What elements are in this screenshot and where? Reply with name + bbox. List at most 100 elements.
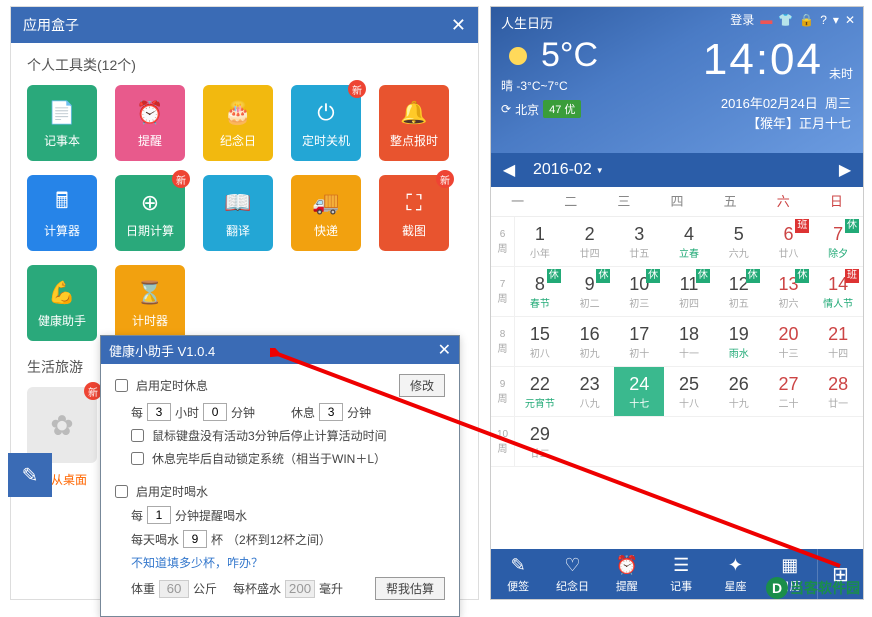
- day-cell[interactable]: 11初四休: [664, 267, 714, 316]
- weight-input[interactable]: [159, 580, 189, 598]
- toolbar-星座[interactable]: ✦星座: [708, 549, 762, 599]
- tool-截图[interactable]: ⛶截图新: [379, 175, 449, 251]
- day-cell[interactable]: 14情人节班: [813, 267, 863, 316]
- edit-button[interactable]: ✎: [8, 453, 52, 497]
- day-cell[interactable]: 27二十: [764, 367, 814, 416]
- day-number: 21: [828, 324, 848, 345]
- help-icon[interactable]: ?: [820, 13, 827, 27]
- day-cell[interactable]: 6廿八班: [764, 217, 814, 266]
- tool-partial[interactable]: 新 ✿: [27, 387, 97, 463]
- day-cell[interactable]: 19雨水: [714, 317, 764, 366]
- lock-icon[interactable]: 🔒: [799, 13, 814, 27]
- day-cell[interactable]: 8春节休: [515, 267, 565, 316]
- day-cell[interactable]: 7除夕休: [813, 217, 863, 266]
- day-cell[interactable]: 13初六休: [764, 267, 814, 316]
- day-cell[interactable]: 15初八: [515, 317, 565, 366]
- day-number: 3: [634, 224, 644, 245]
- date-line: 2016年02月24日 周三: [721, 93, 851, 112]
- day-cell[interactable]: 9初二休: [565, 267, 615, 316]
- day-cell[interactable]: 1小年: [515, 217, 565, 266]
- estimate-button[interactable]: 帮我估算: [375, 577, 445, 600]
- day-cell[interactable]: 4立春: [664, 217, 714, 266]
- hour-input[interactable]: [147, 403, 171, 421]
- tool-翻译[interactable]: 📖翻译: [203, 175, 273, 251]
- tool-记事本[interactable]: 📄记事本: [27, 85, 97, 161]
- day-cell[interactable]: 28廿一: [813, 367, 863, 416]
- calendar-grid: 6周1小年2廿四3廿五4立春5六九6廿八班7除夕休7周8春节休9初二休10初三休…: [491, 217, 863, 467]
- cups-input[interactable]: [183, 530, 207, 548]
- week-row: 6周1小年2廿四3廿五4立春5六九6廿八班7除夕休: [491, 217, 863, 267]
- cup-note: （2杯到12杯之间）: [227, 531, 331, 548]
- tool-日期计算[interactable]: ⊕日期计算新: [115, 175, 185, 251]
- week-row: 10周29廿二: [491, 417, 863, 467]
- day-cell[interactable]: 23八九: [565, 367, 615, 416]
- day-cell[interactable]: 17初十: [614, 317, 664, 366]
- tool-纪念日[interactable]: 🎂纪念日: [203, 85, 273, 161]
- year-month-picker[interactable]: 2016-02 ▼: [527, 161, 827, 179]
- idle-checkbox[interactable]: [131, 429, 144, 442]
- tool-快递[interactable]: 🚚快递: [291, 175, 361, 251]
- day-cell[interactable]: 5六九: [714, 217, 764, 266]
- day-cell[interactable]: 12初五休: [714, 267, 764, 316]
- percup-label: 每杯盛水: [233, 580, 281, 597]
- toolbar-提醒[interactable]: ⏰提醒: [600, 549, 654, 599]
- day-cell[interactable]: 2廿四: [565, 217, 615, 266]
- tool-label: 提醒: [138, 132, 162, 149]
- modify-button[interactable]: 修改: [399, 374, 445, 397]
- dialog-close-icon[interactable]: ✕: [438, 340, 451, 360]
- toolbar-纪念日[interactable]: ♡纪念日: [545, 549, 599, 599]
- day-cell[interactable]: 26十九: [714, 367, 764, 416]
- tool-计时器[interactable]: ⌛计时器: [115, 265, 185, 341]
- toolbar-记事[interactable]: ☰记事: [654, 549, 708, 599]
- day-cell[interactable]: 20十三: [764, 317, 814, 366]
- login-link[interactable]: 登录: [730, 11, 754, 28]
- label-every2: 每: [131, 507, 143, 524]
- gift-icon[interactable]: ▬: [760, 13, 772, 27]
- enable-rest-checkbox[interactable]: [115, 379, 128, 392]
- ml-input[interactable]: [285, 580, 315, 598]
- tool-整点报时[interactable]: 🔔整点报时: [379, 85, 449, 161]
- skin-icon[interactable]: 👕: [778, 13, 793, 27]
- rest-input[interactable]: [319, 403, 343, 421]
- date-text: 2016年02月24日: [721, 96, 818, 111]
- cup-label: 杯: [211, 531, 223, 548]
- minute-input[interactable]: [203, 403, 227, 421]
- day-cell[interactable]: 18十一: [664, 317, 714, 366]
- toolbar-icon: ☰: [673, 555, 689, 576]
- day-cell[interactable]: 22元宵节: [515, 367, 565, 416]
- ban-tag: 班: [845, 269, 859, 283]
- day-subtitle: 廿四: [580, 245, 600, 260]
- day-cell[interactable]: 3廿五: [614, 217, 664, 266]
- day-cell[interactable]: 10初三休: [614, 267, 664, 316]
- close-icon[interactable]: ✕: [451, 15, 466, 36]
- clover-icon: ✿: [27, 387, 97, 463]
- tool-计算器[interactable]: 🖩计算器: [27, 175, 97, 251]
- day-cell[interactable]: 21十四: [813, 317, 863, 366]
- day-number: 18: [679, 324, 699, 345]
- day-cell[interactable]: 29廿二: [515, 417, 565, 466]
- tool-icon: 📄: [47, 98, 77, 128]
- watermark-text: 当客软件园: [790, 578, 860, 598]
- help-link[interactable]: 不知道填多少杯，咋办？: [131, 554, 263, 571]
- prev-month-button[interactable]: ◀: [491, 160, 527, 180]
- tool-label: 健康助手: [38, 312, 86, 329]
- lock-checkbox[interactable]: [131, 452, 144, 465]
- tool-定时关机[interactable]: ⏻定时关机新: [291, 85, 361, 161]
- window-close-icon[interactable]: ✕: [845, 13, 855, 27]
- day-cell[interactable]: 24十七: [614, 367, 664, 416]
- day-subtitle: 立春: [679, 245, 699, 260]
- day-cell[interactable]: 25十八: [664, 367, 714, 416]
- refresh-icon[interactable]: ⟳: [501, 102, 511, 116]
- city-name[interactable]: 北京: [515, 101, 539, 118]
- toolbar-便签[interactable]: ✎便签: [491, 549, 545, 599]
- enable-drink-checkbox[interactable]: [115, 485, 128, 498]
- weekday-label: 三: [597, 187, 650, 216]
- tool-提醒[interactable]: ⏰提醒: [115, 85, 185, 161]
- drink-min-input[interactable]: [147, 506, 171, 524]
- enable-drink-label: 启用定时喝水: [136, 483, 208, 500]
- menu-icon[interactable]: ▾: [833, 13, 839, 27]
- day-subtitle: 初三: [629, 295, 649, 310]
- day-cell[interactable]: 16初九: [565, 317, 615, 366]
- next-month-button[interactable]: ▶: [827, 160, 863, 180]
- tool-健康助手[interactable]: 💪健康助手: [27, 265, 97, 341]
